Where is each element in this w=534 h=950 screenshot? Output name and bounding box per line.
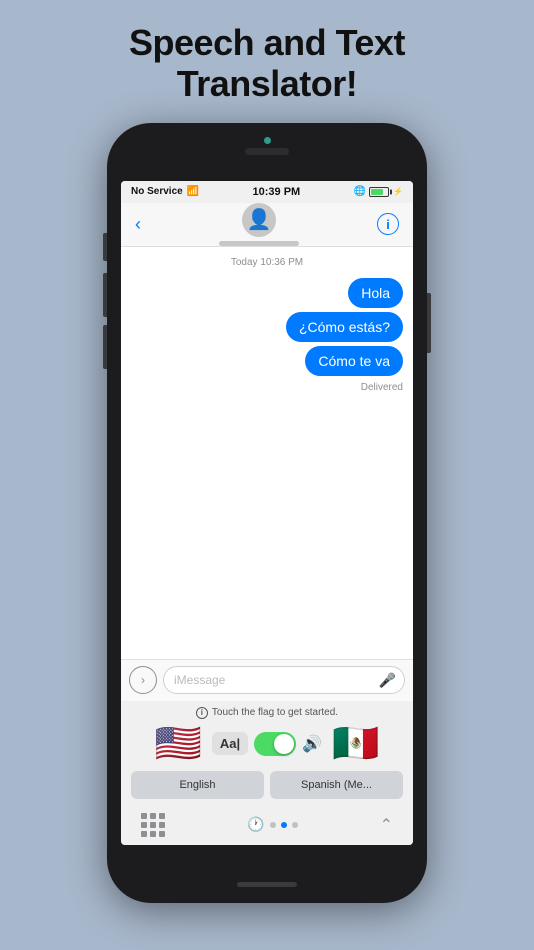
wifi-icon: 📶 <box>187 186 199 197</box>
camera-dot <box>264 137 271 144</box>
status-bar: No Service 📶 10:39 PM 🌐 ⚡ <box>121 181 413 203</box>
volume-up-button <box>103 273 107 317</box>
chevron-up-icon[interactable]: ⌃ <box>380 815 393 835</box>
touch-hint: i Touch the flag to get started. <box>131 707 403 719</box>
speaker-slot <box>245 148 289 155</box>
mic-icon[interactable]: 🎤 <box>379 672 396 689</box>
lang-button-left[interactable]: English <box>131 771 264 799</box>
text-mode-button[interactable]: Aa| <box>212 732 248 755</box>
translator-bar: i Touch the flag to get started. 🇺🇸 Aa| … <box>121 701 413 805</box>
chat-timestamp: Today 10:36 PM <box>131 257 403 268</box>
speaker-icon[interactable]: 🔊 <box>302 734 322 754</box>
translator-controls: 🇺🇸 Aa| 🔊 🇲🇽 <box>131 725 403 763</box>
bolt-icon: ⚡ <box>393 187 403 196</box>
status-time: 10:39 PM <box>253 186 301 198</box>
page-dots: 🕐 <box>247 816 297 833</box>
imessage-placeholder: iMessage <box>174 673 225 687</box>
imessage-nav-bar: ‹ 👤 i <box>121 203 413 247</box>
clock-icon[interactable]: 🕐 <box>247 816 264 833</box>
battery-icon <box>369 187 389 197</box>
contact-name-bar <box>219 241 299 246</box>
contact-avatar[interactable]: 👤 <box>219 203 299 246</box>
avatar-image: 👤 <box>242 203 276 237</box>
page-dot-1[interactable] <box>270 822 276 828</box>
status-left: No Service 📶 <box>131 186 199 197</box>
hint-text: Touch the flag to get started. <box>212 707 338 718</box>
hint-info-icon: i <box>196 707 208 719</box>
carrier-label: No Service <box>131 186 183 197</box>
globe-icon: 🌐 <box>354 186 366 197</box>
battery-fill <box>371 189 383 195</box>
chat-area: Today 10:36 PM Hola ¿Cómo estás? Cómo te… <box>121 247 413 659</box>
expand-icon: › <box>141 673 145 687</box>
phone-screen: No Service 📶 10:39 PM 🌐 ⚡ ‹ 👤 i <box>121 181 413 845</box>
home-indicator <box>237 882 297 887</box>
message-bubble-3: Cómo te va <box>305 346 403 376</box>
lang-button-right[interactable]: Spanish (Me... <box>270 771 403 799</box>
message-bubble-1: Hola <box>348 278 403 308</box>
phone-bottom-bar: 🕐 ⌃ <box>121 805 413 845</box>
grid-icon[interactable] <box>141 813 165 837</box>
phone-top-notch <box>245 137 289 155</box>
page-title: Speech and Text Translator! <box>129 22 405 105</box>
status-right: 🌐 ⚡ <box>354 186 403 197</box>
toggle-knob <box>274 734 294 754</box>
page-dot-2[interactable] <box>281 822 287 828</box>
imessage-input-field[interactable]: iMessage 🎤 <box>163 666 405 694</box>
battery-tip <box>390 189 392 194</box>
expand-button[interactable]: › <box>129 666 157 694</box>
flag-right[interactable]: 🇲🇽 <box>332 725 379 763</box>
phone-mockup: No Service 📶 10:39 PM 🌐 ⚡ ‹ 👤 i <box>107 123 427 903</box>
control-buttons: Aa| 🔊 <box>212 732 322 756</box>
language-buttons: English Spanish (Me... <box>131 771 403 799</box>
toggle-switch[interactable] <box>254 732 296 756</box>
power-button <box>427 293 431 353</box>
back-button[interactable]: ‹ <box>135 214 141 235</box>
message-bubble-2: ¿Cómo estás? <box>286 312 403 342</box>
imessage-input-bar: › iMessage 🎤 <box>121 659 413 701</box>
info-button[interactable]: i <box>377 213 399 235</box>
delivered-status: Delivered <box>361 382 403 393</box>
mute-button <box>103 233 107 261</box>
flag-left[interactable]: 🇺🇸 <box>155 725 202 763</box>
page-dot-3[interactable] <box>292 822 298 828</box>
chat-messages: Hola ¿Cómo estás? Cómo te va Delivered <box>131 278 403 659</box>
volume-down-button <box>103 325 107 369</box>
